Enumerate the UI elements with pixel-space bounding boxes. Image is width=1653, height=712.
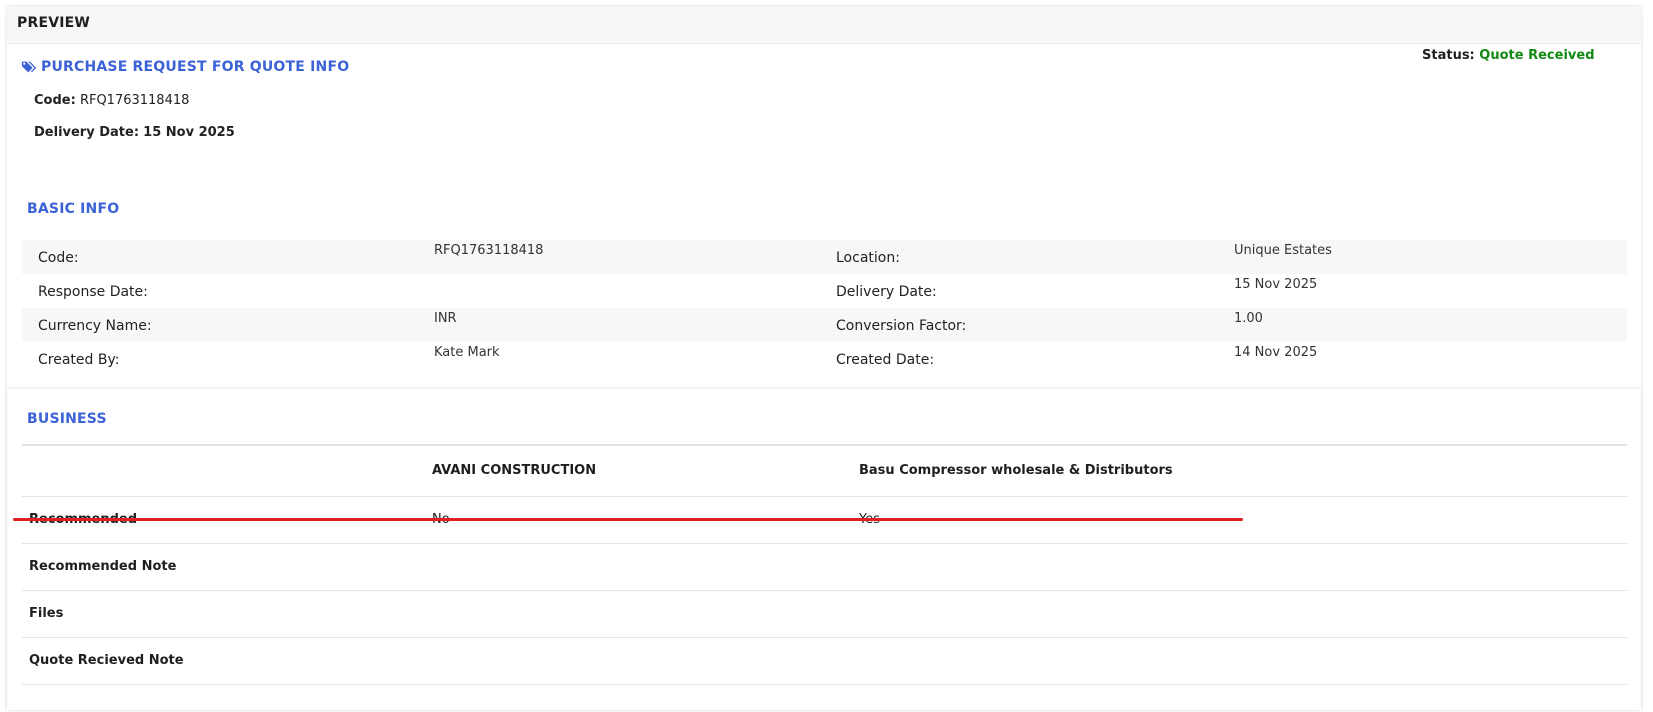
rfq-code-value: RFQ1763118418	[79, 93, 190, 108]
business-row-label: Files	[29, 606, 64, 621]
rfq-section-title: PURCHASE REQUEST FOR QUOTE INFO	[41, 59, 350, 75]
basic-info-label: Created By:	[38, 352, 120, 368]
basic-info-value: 14 Nov 2025	[1234, 345, 1318, 360]
business-title: BUSINESS	[27, 411, 107, 427]
status-label: Status:	[1422, 48, 1475, 63]
rfq-delivery-date: Delivery Date: 15 Nov 2025	[34, 125, 235, 140]
basic-info-value: 15 Nov 2025	[1234, 277, 1318, 292]
basic-info-row: Response Date: Delivery Date: 15 Nov 202…	[22, 274, 1627, 308]
business-row: Files	[22, 590, 1627, 637]
business-row-label: Recommended Note	[29, 559, 177, 574]
business-table: AVANI CONSTRUCTION Basu Compressor whole…	[22, 444, 1627, 685]
basic-info-value: Unique Estates	[1234, 243, 1332, 258]
annotation-underline	[13, 518, 1243, 521]
basic-info-label: Conversion Factor:	[836, 318, 967, 334]
business-header-cell: AVANI CONSTRUCTION	[432, 463, 597, 478]
basic-info-table: Code: RFQ1763118418 Location: Unique Est…	[22, 240, 1627, 376]
basic-info-label: Location:	[836, 250, 900, 266]
tags-icon	[21, 61, 37, 73]
panel-header: PREVIEW	[7, 7, 1641, 44]
panel-title: PREVIEW	[17, 15, 91, 31]
status-value: Quote Received	[1479, 48, 1595, 63]
basic-info-value: RFQ1763118418	[434, 243, 544, 258]
basic-info-row: Created By: Kate Mark Created Date: 14 N…	[22, 342, 1627, 376]
basic-info-row: Currency Name: INR Conversion Factor: 1.…	[22, 308, 1627, 342]
preview-panel: PREVIEW PURCHASE REQUEST FOR QUOTE INFO …	[7, 7, 1641, 710]
basic-info-value: INR	[434, 311, 457, 326]
basic-info-label: Code:	[38, 250, 79, 266]
basic-info-label: Created Date:	[836, 352, 935, 368]
basic-info-title: BASIC INFO	[27, 201, 120, 217]
basic-info-value: 1.00	[1234, 311, 1263, 326]
basic-info-label: Response Date:	[38, 284, 148, 300]
basic-info-label: Currency Name:	[38, 318, 152, 334]
rfq-delivery-label: Delivery Date:	[34, 125, 140, 140]
basic-info-label: Delivery Date:	[836, 284, 937, 300]
rfq-code-label: Code:	[34, 93, 76, 108]
business-header-row: AVANI CONSTRUCTION Basu Compressor whole…	[22, 444, 1627, 496]
rfq-delivery-value: 15 Nov 2025	[143, 125, 235, 140]
business-row: Quote Recieved Note	[22, 637, 1627, 685]
business-header-cell: Basu Compressor wholesale & Distributors	[859, 463, 1173, 478]
business-row-label: Quote Recieved Note	[29, 653, 184, 668]
business-card: BUSINESS AVANI CONSTRUCTION Basu Compres…	[7, 389, 1641, 710]
basic-info-row: Code: RFQ1763118418 Location: Unique Est…	[22, 240, 1627, 274]
status-text: Status: Quote Received	[1422, 48, 1595, 63]
basic-info-value: Kate Mark	[434, 345, 500, 360]
business-row: Recommended Note	[22, 543, 1627, 590]
rfq-code: Code: RFQ1763118418	[34, 93, 189, 108]
